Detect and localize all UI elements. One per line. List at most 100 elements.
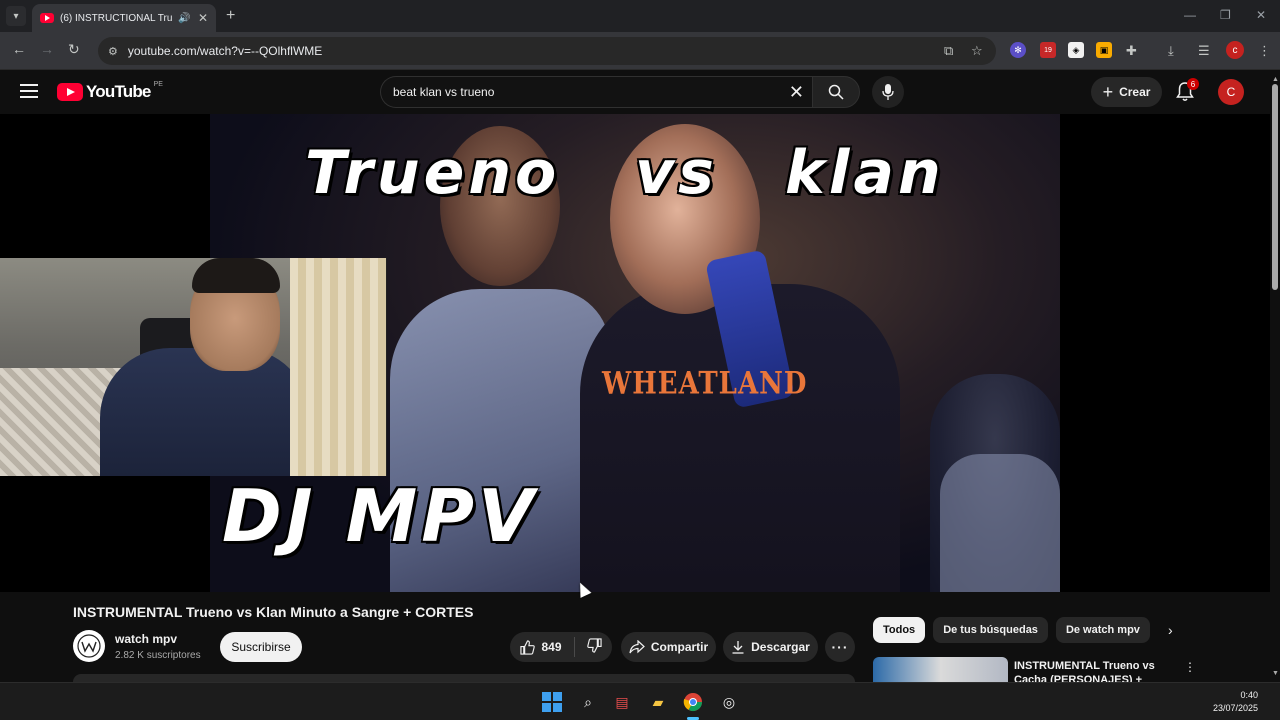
clear-search-icon[interactable]: ✕ [789,82,804,103]
system-clock[interactable]: 0:40 23/07/2025 [1213,689,1258,715]
dislike-button[interactable] [586,638,602,656]
extensions-puzzle-icon[interactable]: ✚ [1126,43,1137,59]
reading-list-icon[interactable]: ☰ [1198,43,1210,59]
search-input[interactable]: beat klan vs trueno ✕ [380,76,814,108]
extension-badge: 19 [1044,46,1052,54]
scroll-down-icon[interactable]: ▼ [1272,670,1279,677]
taskbar-search-icon[interactable]: ⌕ [578,692,598,712]
shirt-print: WHEATLAND [602,366,808,402]
webcam-person-body [100,348,310,476]
recommendation-menu-icon[interactable]: ⋮ [1184,660,1196,674]
youtube-favicon-icon [40,13,54,23]
window-close-icon[interactable]: ✕ [1256,8,1266,22]
video-title: INSTRUMENTAL Trueno vs Klan Minuto a San… [73,604,474,620]
browser-menu-icon[interactable]: ⋮ [1258,43,1271,59]
back-icon[interactable]: ← [12,41,26,57]
subscriber-count: 2.82 K suscriptores [115,650,201,661]
notifications-button[interactable]: 6 [1176,78,1199,102]
video-player[interactable]: WHEATLAND Trueno vs klan DJ MPV [0,114,1270,592]
start-button[interactable] [542,692,562,712]
recommendation-title[interactable]: INSTRUMENTAL Trueno vs Cacha (PERSONAJES… [1014,659,1174,682]
share-button[interactable]: Compartir [621,632,716,662]
voice-search-button[interactable] [872,76,904,108]
minimize-icon[interactable]: — [1184,8,1196,22]
downloads-icon[interactable]: ⤓ [1168,43,1174,59]
browser-tab-youtube[interactable]: (6) INSTRUCTIONAL Trueno 🔊 ✕ [32,4,216,32]
channel-logo-icon [77,634,101,658]
more-horizontal-icon: ··· [831,639,849,655]
overlay-word-3: klan [785,138,945,208]
forward-icon[interactable]: → [40,41,54,57]
account-avatar[interactable]: C [1218,79,1244,105]
extension-icon-3[interactable]: ◈ [1068,42,1084,58]
chevron-right-icon[interactable]: › [1168,622,1173,638]
page-scrollbar[interactable]: ▲ ▼ [1270,70,1280,682]
plus-icon: + [1102,82,1114,102]
file-explorer-icon[interactable]: ▰ [648,692,668,712]
share-label: Compartir [650,640,709,654]
bookmark-star-icon[interactable]: ☆ [971,43,983,59]
download-button[interactable]: Descargar [723,632,818,662]
search-button[interactable] [812,76,860,108]
extension-icon-4[interactable]: ▣ [1096,42,1112,58]
hamburger-menu-icon[interactable] [20,84,38,98]
create-label: Crear [1119,85,1151,99]
address-bar[interactable]: ⚙ youtube.com/watch?v=--QOlhflWME [98,37,996,65]
webcam-overlay [0,258,387,476]
scroll-up-icon[interactable]: ▲ [1272,76,1279,83]
create-button[interactable]: + Crear [1091,77,1162,107]
reload-icon[interactable]: ↻ [68,41,80,58]
recommendation-thumbnail[interactable] [873,657,1008,682]
chip-from-searches[interactable]: De tus búsquedas [933,617,1048,643]
subscribe-button[interactable]: Suscribirse [220,632,302,662]
search-query: beat klan vs trueno [393,85,495,99]
webcam-person-hair [192,258,280,293]
extension-icon-1[interactable]: ✻ [1010,42,1026,58]
tab-search-menu-icon[interactable]: ▾ [6,6,26,26]
microphone-icon [882,84,894,100]
overlay-word-2: vs [635,138,718,208]
url-text: youtube.com/watch?v=--QOlhflWME [127,44,323,58]
youtube-logo[interactable]: YouTube PE [57,80,163,102]
overlay-dj-name: DJ MPV [222,474,538,558]
search-icon [828,84,844,100]
clock-time: 0:40 [1240,690,1258,700]
like-divider [573,637,575,657]
youtube-play-icon [57,83,83,101]
browser-toolbar: ← → ↻ ⚙ youtube.com/watch?v=--QOlhflWME … [0,32,1280,70]
browser-profile-avatar[interactable]: c [1226,41,1244,59]
scrollbar-thumb[interactable] [1272,84,1278,290]
download-label: Descargar [751,640,810,654]
description-box[interactable] [73,674,855,682]
windows-logo-icon [542,692,562,712]
thumbs-up-icon [520,639,536,655]
youtube-header: YouTube PE beat klan vs trueno ✕ + Crear… [0,70,1270,114]
filter-chips: Todos De tus búsquedas De watch mpv [873,617,1150,643]
tab-close-icon[interactable]: ✕ [198,11,208,25]
channel-avatar[interactable] [73,630,105,662]
like-button[interactable]: 849 [520,639,562,655]
windows-taskbar: ⌕ ▤ ▰ ◎ 0:40 23/07/2025 [0,682,1280,720]
taskbar-app-icon-2[interactable]: ◎ [719,692,739,712]
chrome-icon[interactable] [683,692,703,712]
share-arrow-icon [629,640,645,654]
youtube-wordmark: YouTube [86,82,151,101]
new-tab-button[interactable]: + [226,7,235,25]
taskbar-app-icon[interactable]: ▤ [612,692,632,712]
restore-icon[interactable]: ❐ [1220,8,1231,22]
country-code: PE [153,80,163,88]
browser-tab-strip: ▾ (6) INSTRUCTIONAL Trueno 🔊 ✕ + — ❐ ✕ [0,0,1280,32]
notification-badge: 6 [1187,78,1199,90]
like-dislike-group: 849 [510,632,612,662]
more-actions-button[interactable]: ··· [825,632,855,662]
chip-todos[interactable]: Todos [873,617,926,643]
channel-name[interactable]: watch mpv [115,632,177,646]
extension-icon-2[interactable]: 19 [1040,42,1056,58]
background-person-shirt [940,454,1060,592]
download-icon [732,641,744,654]
install-app-icon[interactable]: ⧉ [944,43,953,59]
site-info-icon[interactable]: ⚙ [108,45,118,58]
speaker-icon[interactable]: 🔊 [178,13,190,24]
clock-date: 23/07/2025 [1212,703,1258,713]
chip-from-channel[interactable]: De watch mpv [1055,617,1150,643]
